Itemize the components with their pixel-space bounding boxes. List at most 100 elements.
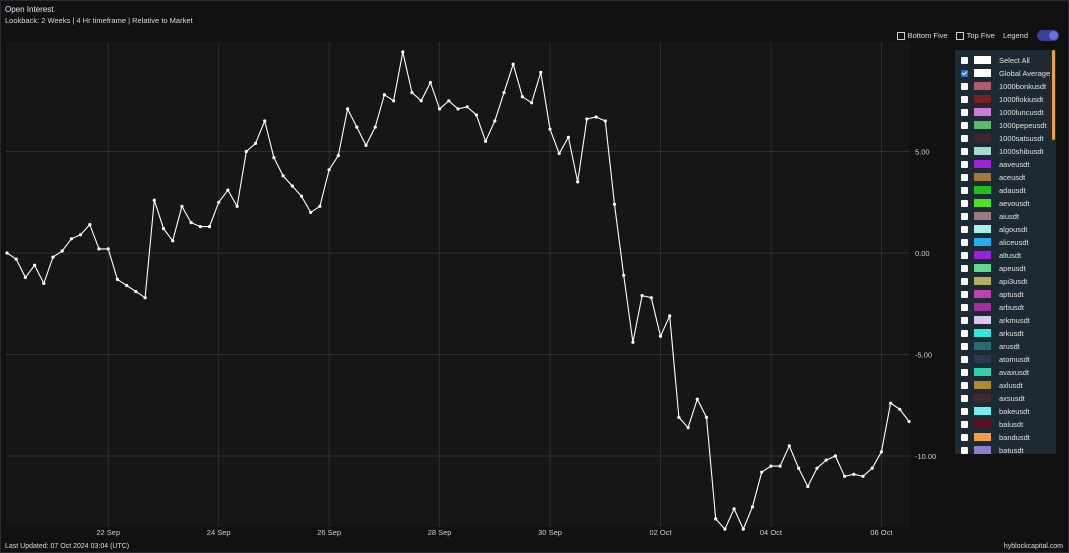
data-point[interactable] — [732, 507, 736, 511]
data-point[interactable] — [226, 188, 230, 192]
legend-checkbox[interactable] — [961, 420, 968, 428]
data-point[interactable] — [649, 296, 653, 300]
legend-item[interactable]: aiusdt — [961, 210, 1019, 222]
legend-checkbox[interactable] — [961, 290, 968, 298]
data-point[interactable] — [364, 143, 368, 147]
data-point[interactable] — [410, 91, 414, 95]
legend-item[interactable]: api3usdt — [961, 275, 1027, 287]
legend-checkbox[interactable] — [961, 394, 968, 402]
data-point[interactable] — [640, 294, 644, 298]
data-point[interactable] — [870, 466, 874, 470]
data-point[interactable] — [861, 474, 865, 478]
legend-item[interactable]: altusdt — [961, 249, 1021, 261]
legend-item[interactable]: Global Average — [961, 67, 1050, 79]
data-point[interactable] — [401, 50, 405, 54]
data-point[interactable] — [217, 200, 221, 204]
data-point[interactable] — [88, 223, 92, 227]
data-point[interactable] — [438, 107, 442, 111]
legend-item[interactable]: atomusdt — [961, 353, 1030, 365]
legend-item[interactable]: arkusdt — [961, 327, 1024, 339]
data-point[interactable] — [69, 237, 73, 241]
data-point[interactable] — [447, 99, 451, 103]
data-point[interactable] — [42, 281, 46, 285]
legend-item[interactable]: bandusdt — [961, 431, 1030, 443]
data-point[interactable] — [125, 283, 129, 288]
data-point[interactable] — [889, 401, 893, 405]
legend-item[interactable]: Select All — [961, 54, 1030, 66]
data-point[interactable] — [741, 527, 745, 531]
legend-checkbox[interactable] — [961, 82, 968, 90]
data-point[interactable] — [180, 204, 184, 208]
data-point[interactable] — [594, 115, 598, 119]
legend-checkbox[interactable] — [961, 329, 968, 337]
data-point[interactable] — [327, 168, 331, 172]
legend-item[interactable]: aceusdt — [961, 171, 1025, 183]
data-point[interactable] — [815, 466, 819, 470]
data-point[interactable] — [106, 247, 110, 251]
data-point[interactable] — [566, 135, 571, 139]
data-point[interactable] — [898, 407, 902, 411]
legend-item[interactable]: arbusdt — [961, 301, 1024, 313]
data-point[interactable] — [143, 296, 147, 300]
data-point[interactable] — [704, 415, 709, 419]
legend-item[interactable]: aevousdt — [961, 197, 1029, 209]
data-point[interactable] — [833, 454, 838, 458]
data-point[interactable] — [235, 204, 239, 208]
legend-scrollbar[interactable] — [1052, 50, 1056, 454]
legend-item[interactable]: batusdt — [961, 444, 1024, 454]
data-point[interactable] — [5, 251, 9, 255]
legend-checkbox[interactable] — [961, 108, 968, 116]
legend-checkbox[interactable] — [961, 251, 968, 259]
legend-checkbox[interactable] — [961, 212, 968, 220]
data-point[interactable] — [548, 127, 552, 131]
data-point[interactable] — [612, 202, 617, 206]
legend-item[interactable]: 1000luncusdt — [961, 106, 1044, 118]
legend-item[interactable]: avaxusdt — [961, 366, 1029, 378]
brand-link[interactable]: hyblockcapital.com — [1004, 543, 1063, 550]
legend-item[interactable]: aaveusdt — [961, 158, 1029, 170]
data-point[interactable] — [484, 139, 488, 143]
legend-item[interactable]: 1000flokiusdt — [961, 93, 1043, 105]
data-point[interactable] — [493, 119, 497, 123]
legend-checkbox[interactable] — [961, 433, 968, 441]
data-point[interactable] — [290, 184, 294, 188]
legend-checkbox[interactable] — [961, 264, 968, 272]
data-point[interactable] — [585, 117, 589, 121]
legend-item[interactable]: axsusdt — [961, 392, 1025, 404]
data-point[interactable] — [769, 464, 773, 468]
data-point[interactable] — [171, 239, 175, 243]
data-point[interactable] — [502, 91, 506, 95]
legend-checkbox[interactable] — [961, 160, 968, 168]
data-point[interactable] — [852, 472, 856, 476]
legend-item[interactable]: 1000bonkusdt — [961, 80, 1046, 92]
data-point[interactable] — [318, 204, 322, 208]
legend-checkbox[interactable] — [961, 355, 968, 363]
data-point[interactable] — [806, 484, 810, 489]
data-point[interactable] — [622, 273, 626, 277]
legend-checkbox[interactable] — [961, 121, 968, 129]
data-point[interactable] — [520, 95, 525, 99]
data-point[interactable] — [686, 426, 690, 430]
data-point[interactable] — [79, 233, 83, 237]
legend-item[interactable]: bakeusdt — [961, 405, 1029, 417]
data-point[interactable] — [60, 249, 64, 253]
data-point[interactable] — [843, 474, 847, 478]
data-point[interactable] — [115, 277, 119, 281]
data-point[interactable] — [161, 227, 166, 231]
data-point[interactable] — [428, 80, 432, 85]
legend-checkbox[interactable] — [961, 446, 968, 454]
data-point[interactable] — [474, 113, 478, 117]
data-point[interactable] — [557, 151, 561, 156]
data-point[interactable] — [723, 527, 727, 531]
legend-checkbox[interactable] — [961, 147, 968, 155]
data-point[interactable] — [281, 174, 285, 178]
data-point[interactable] — [373, 125, 377, 129]
legend-item[interactable]: 1000satsusdt — [961, 132, 1044, 144]
legend-checkbox[interactable] — [961, 368, 968, 376]
legend-checkbox[interactable] — [961, 381, 968, 389]
data-point[interactable] — [658, 334, 663, 338]
data-point[interactable] — [539, 70, 543, 74]
legend-item[interactable]: 1000pepeusdt — [961, 119, 1047, 131]
legend-checkbox[interactable] — [961, 56, 968, 64]
legend-checkbox[interactable] — [961, 225, 968, 233]
